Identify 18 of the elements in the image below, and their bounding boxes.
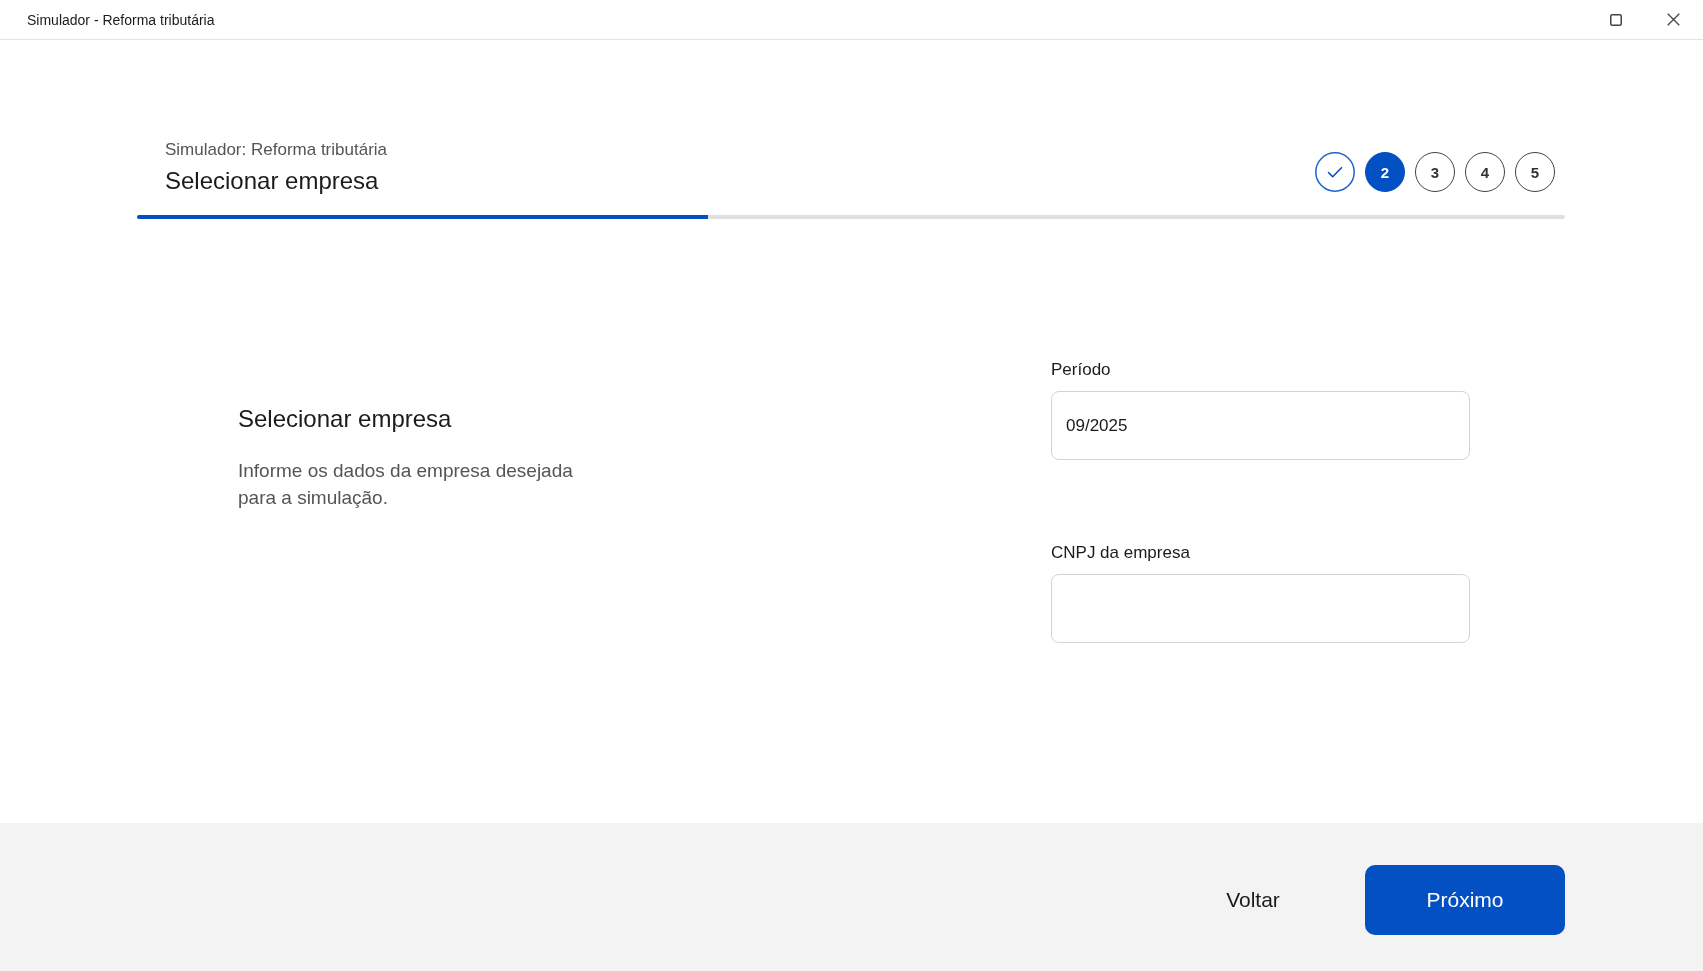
input-field[interactable]: [1051, 574, 1470, 643]
window-title: Simulador - Reforma tributária: [27, 11, 215, 28]
step-indicator: 3: [1415, 152, 1455, 192]
back-button[interactable]: Voltar: [1203, 865, 1303, 935]
check-circle-icon: [1315, 152, 1355, 192]
step-indicator: 5: [1515, 152, 1555, 192]
breadcrumb-subtitle: Simulador: Reforma tributária: [165, 139, 388, 161]
field-label: CNPJ da empresa: [1051, 542, 1190, 564]
step-indicator: 2: [1365, 152, 1405, 192]
input-field[interactable]: 09/2025: [1051, 391, 1470, 460]
section-description: Informe os dados da empresa desejada para a simulação.: [238, 459, 574, 510]
field-label: Período: [1051, 359, 1111, 381]
maximize-icon[interactable]: [1610, 13, 1622, 26]
step-indicator: 4: [1465, 152, 1505, 192]
close-icon[interactable]: [1667, 13, 1680, 26]
page-title: Selecionar empresa: [165, 166, 380, 196]
next-button[interactable]: Próximo: [1365, 865, 1565, 935]
section-title: Selecionar empresa: [238, 404, 452, 434]
